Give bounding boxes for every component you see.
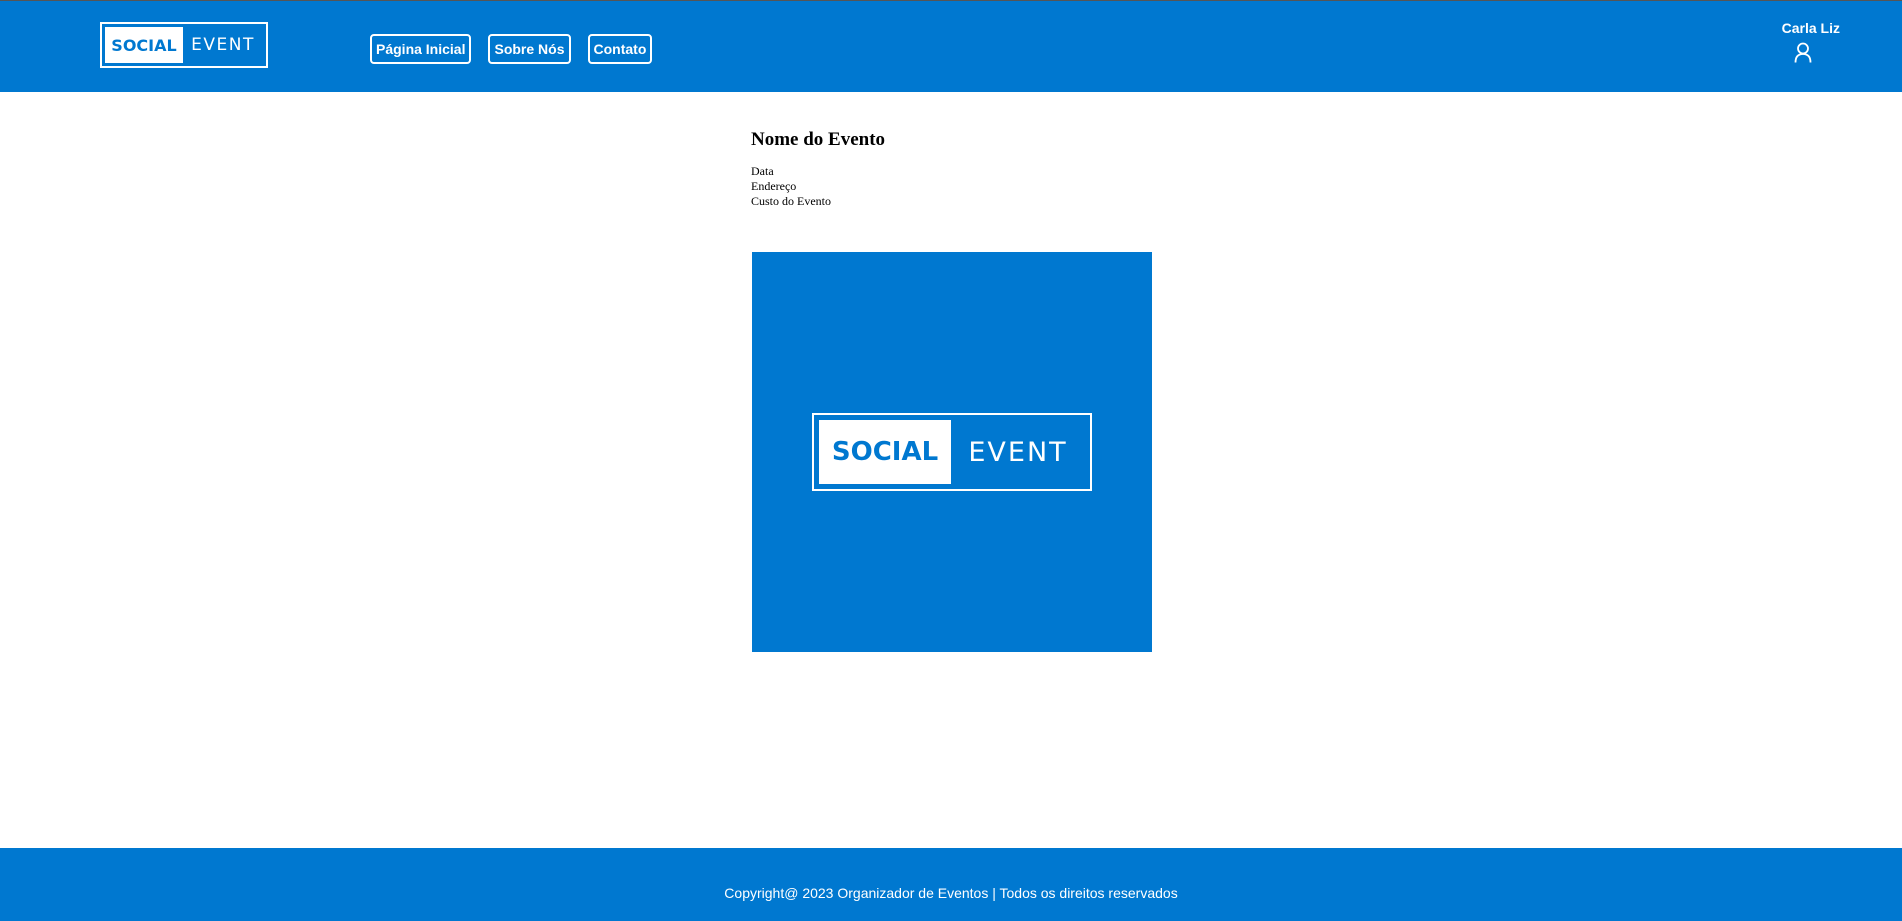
event-image: SOCIAL EVENT (752, 252, 1152, 652)
logo-event-text: EVENT (191, 35, 255, 55)
site-footer: Copyright@ 2023 Organizador de Eventos |… (0, 848, 1902, 921)
logo-social-text: SOCIAL (105, 27, 183, 63)
user-name[interactable]: Carla Liz (1782, 20, 1840, 36)
event-image-logo: SOCIAL EVENT (812, 413, 1092, 491)
nav-home-button[interactable]: Página Inicial (370, 34, 472, 64)
event-title: Nome do Evento (751, 129, 886, 150)
site-logo[interactable]: SOCIAL EVENT (100, 22, 268, 68)
user-icon[interactable] (1794, 42, 1812, 64)
event-image-logo-social: SOCIAL (819, 420, 951, 484)
event-address: Endereço (751, 179, 797, 193)
event-info: Data Endereço Custo do Evento (751, 164, 885, 209)
nav-contact-button[interactable]: Contato (587, 34, 653, 64)
footer-copyright: Copyright@ 2023 Organizador de Eventos |… (724, 885, 1178, 901)
nav-about-button[interactable]: Sobre Nós (488, 34, 571, 64)
event-details: Nome do Evento Data Endereço Custo do Ev… (751, 126, 885, 209)
event-cost: Custo do Evento (751, 194, 831, 208)
event-image-logo-event: EVENT (968, 436, 1068, 468)
main-nav: Página Inicial Sobre Nós Contato (370, 34, 653, 64)
site-header: SOCIAL EVENT Página Inicial Sobre Nós Co… (0, 1, 1902, 92)
event-date: Data (751, 164, 774, 178)
